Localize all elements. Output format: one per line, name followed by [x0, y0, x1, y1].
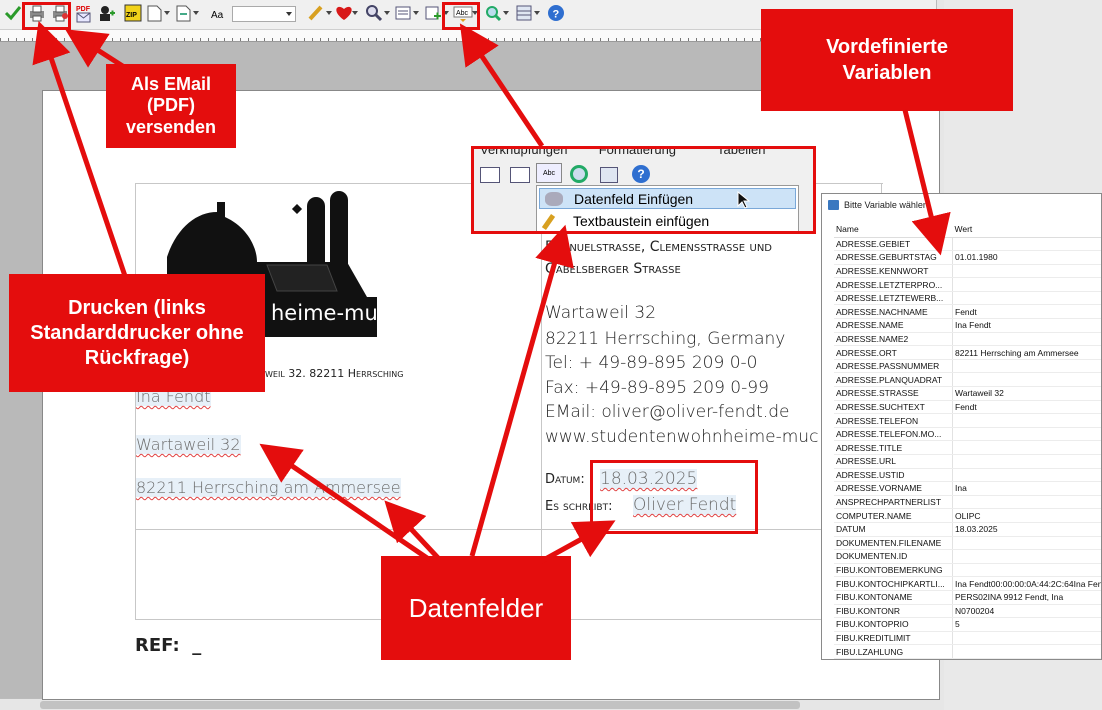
annotation-arrows	[32, 21, 951, 565]
